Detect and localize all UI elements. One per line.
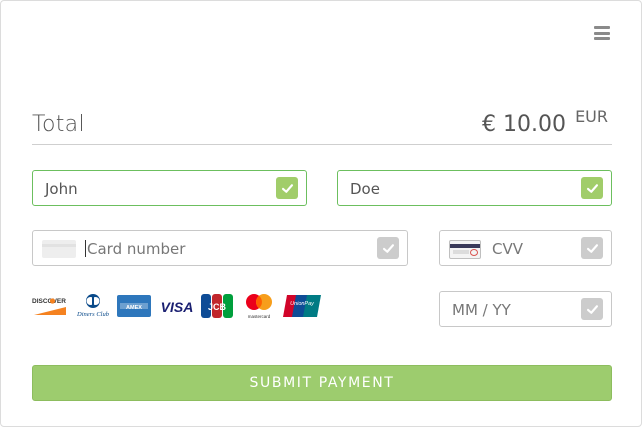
amex-logo-text: AMEX	[126, 305, 142, 311]
first-name-field[interactable]: John	[32, 170, 307, 206]
visa-logo: VISA	[158, 293, 196, 319]
text-cursor	[85, 240, 86, 257]
mastercard-logo: mastercard	[241, 293, 277, 319]
first-name-value: John	[45, 180, 78, 198]
unionpay-logo-text: UnionPay	[290, 301, 315, 307]
last-name-field[interactable]: Doe	[337, 170, 612, 206]
jcb-logo: JCB	[200, 293, 234, 319]
expiry-placeholder: MM / YY	[452, 301, 511, 319]
submit-payment-button[interactable]: SUBMIT PAYMENT	[32, 365, 612, 401]
payment-form-panel: Total € 10.00 EUR John Doe Card number C…	[0, 0, 642, 427]
hamburger-menu-icon[interactable]	[594, 26, 610, 40]
total-label: Total	[32, 112, 85, 137]
visa-logo-text: VISA	[161, 299, 194, 315]
total-amount: € 10.00	[482, 112, 566, 137]
expiry-field[interactable]: MM / YY	[439, 291, 612, 327]
card-generic-icon	[42, 240, 76, 258]
jcb-logo-text: JCB	[208, 302, 227, 312]
discover-logo: DISCOVER	[32, 293, 68, 319]
total-row: Total € 10.00 EUR	[32, 101, 612, 145]
total-currency: EUR	[575, 107, 608, 126]
check-icon	[581, 177, 603, 199]
card-number-placeholder: Card number	[87, 240, 186, 258]
check-icon	[581, 298, 603, 320]
amex-logo: AMEX	[117, 293, 151, 319]
discover-logo-text: DISCOVER	[32, 298, 66, 305]
card-number-field[interactable]: Card number	[32, 230, 408, 266]
diners-logo-text: Diners Club	[76, 311, 110, 318]
mastercard-logo-text: mastercard	[248, 314, 271, 319]
cvv-field[interactable]: CVV	[439, 230, 612, 266]
diners-club-logo: Diners Club	[75, 293, 111, 319]
last-name-value: Doe	[350, 180, 380, 198]
unionpay-logo: UnionPay	[283, 293, 323, 319]
check-icon	[276, 177, 298, 199]
cvv-placeholder: CVV	[492, 240, 523, 258]
check-icon	[581, 237, 603, 259]
check-icon	[377, 237, 399, 259]
card-back-icon	[449, 240, 481, 259]
